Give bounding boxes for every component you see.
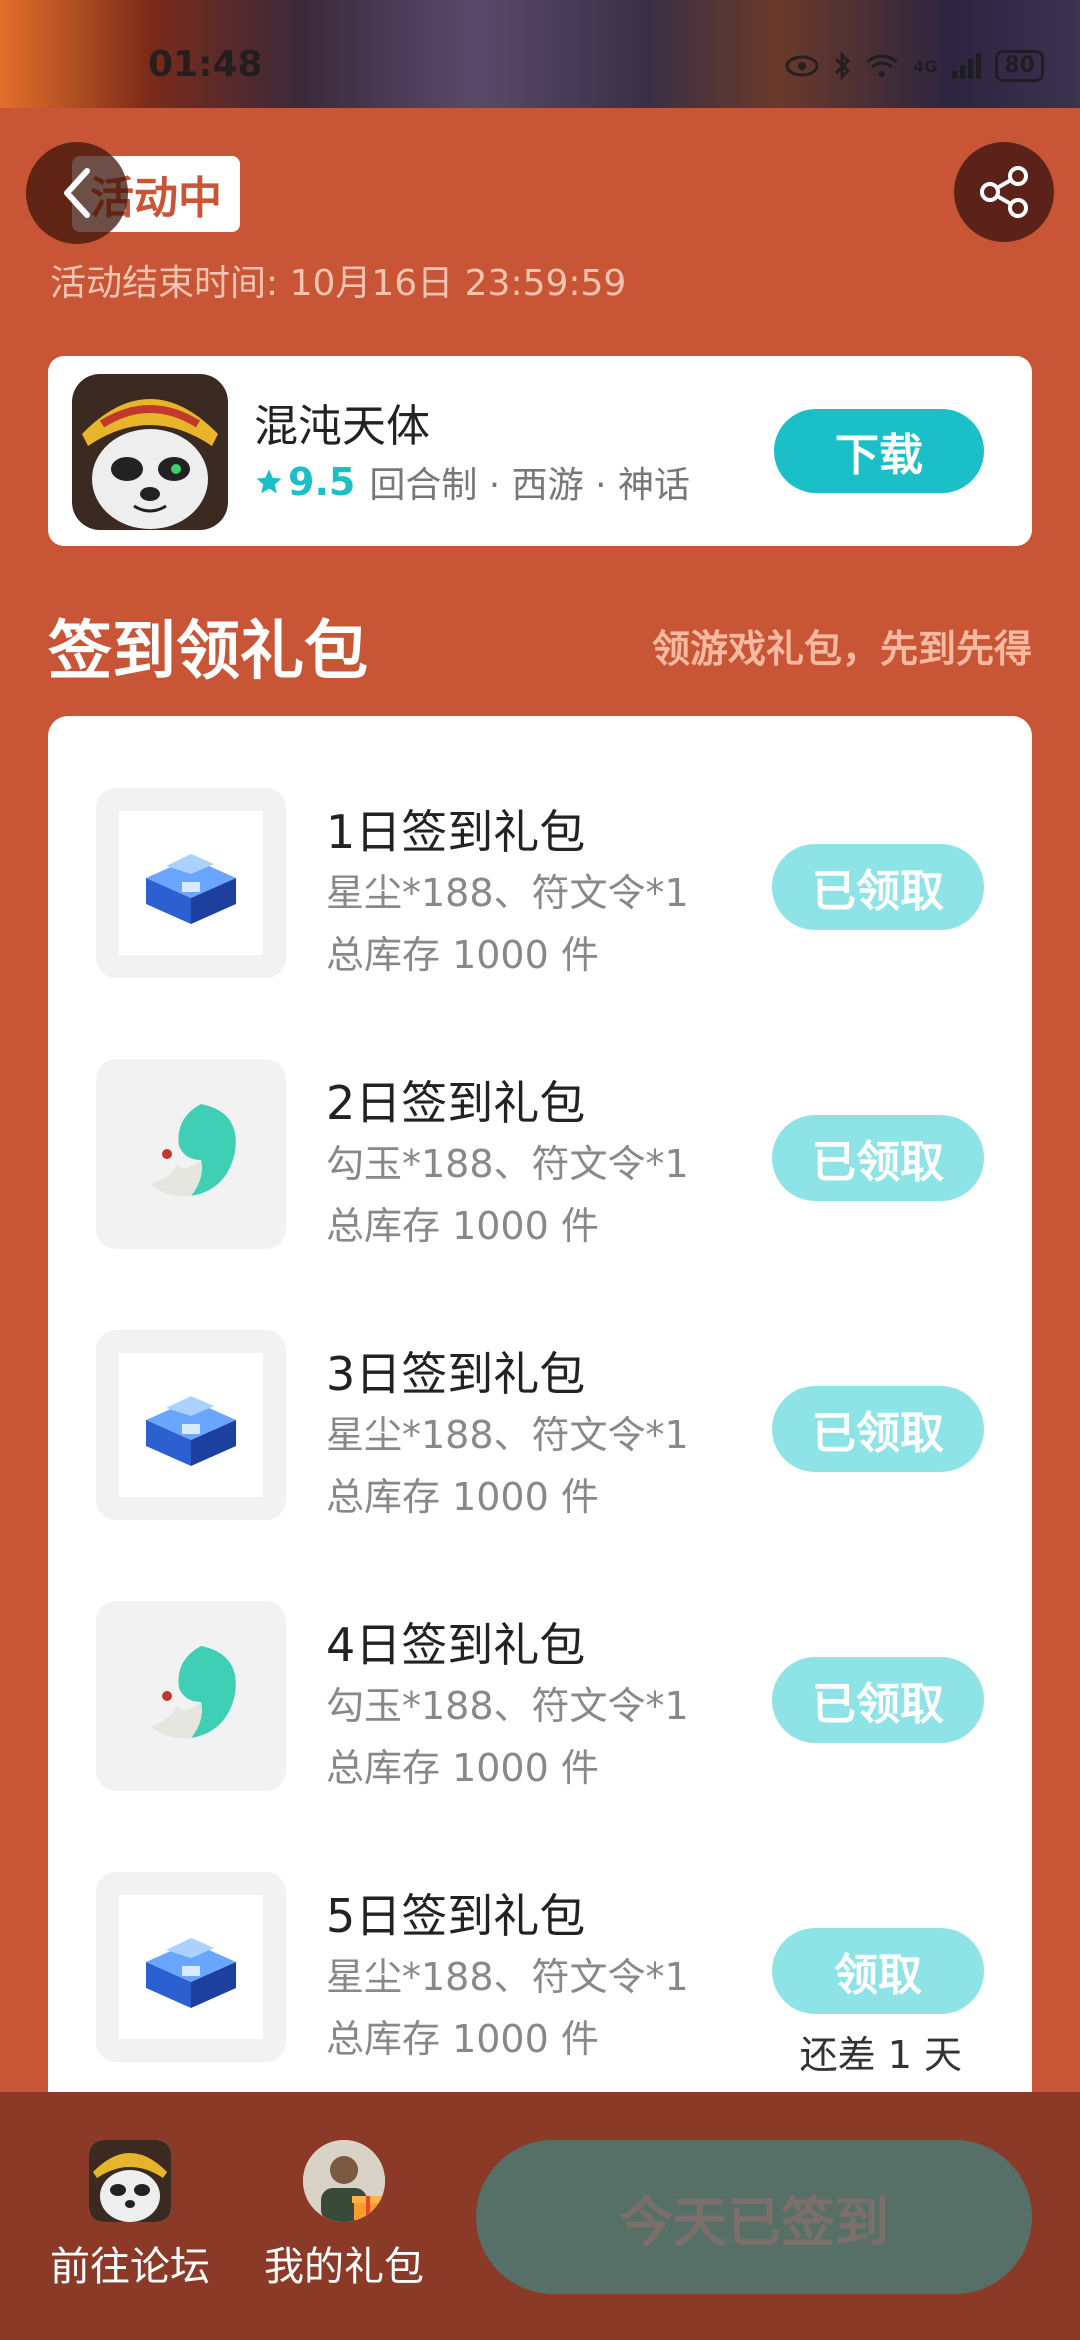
game-rating: 9.5: [254, 460, 355, 504]
activity-end-time: 活动结束时间: 10月16日 23:59:59: [50, 263, 627, 304]
game-tags: 回合制 · 西游 · 神话: [369, 465, 690, 506]
gift-box-icon: [352, 2196, 384, 2220]
bluetooth-icon: [835, 52, 851, 80]
status-time: 01:48: [148, 44, 263, 85]
forum-link[interactable]: 前往论坛: [40, 2140, 220, 2292]
jade-magatama-icon: [96, 1601, 286, 1791]
share-button[interactable]: [954, 142, 1054, 242]
blue-chest-icon: [96, 1872, 286, 2062]
game-panda-icon: [72, 374, 228, 530]
gift-list: 1日签到礼包 星尘*188、符文令*1 总库存 1000 件 已领取 2日签到礼…: [48, 716, 1032, 2096]
gift-title: 5日签到礼包: [326, 1889, 586, 1943]
gift-description: 星尘*188、符文令*1: [326, 871, 689, 915]
gift-description: 星尘*188、符文令*1: [326, 1955, 689, 1999]
gift-title: 4日签到礼包: [326, 1618, 586, 1672]
gift-description: 星尘*188、符文令*1: [326, 1413, 689, 1457]
gift-stock: 总库存 1000 件: [326, 1204, 599, 1248]
game-name: 混沌天体: [254, 401, 430, 452]
download-button[interactable]: 下载: [774, 409, 984, 493]
game-rating-value: 9.5: [288, 460, 356, 504]
avatar: [303, 2140, 385, 2222]
days-remaining: 还差 1 天: [799, 2033, 962, 2077]
section-title: 签到领礼包: [48, 615, 368, 689]
chevron-left-icon: [64, 168, 90, 218]
claimed-button[interactable]: 已领取: [772, 1386, 984, 1472]
gift-stock: 总库存 1000 件: [326, 1746, 599, 1790]
game-meta: 9.5 回合制 · 西游 · 神话: [254, 456, 690, 508]
gift-description: 勾玉*188、符文令*1: [326, 1684, 689, 1728]
back-button[interactable]: [26, 142, 128, 244]
gift-title: 3日签到礼包: [326, 1347, 586, 1401]
share-icon: [980, 166, 1028, 218]
status-icons: 4G 80: [785, 50, 1044, 82]
my-gifts-label: 我的礼包: [264, 2244, 424, 2290]
my-gifts-link[interactable]: 我的礼包: [254, 2140, 434, 2292]
claim-button[interactable]: 领取: [772, 1928, 984, 2014]
forum-label: 前往论坛: [50, 2244, 210, 2290]
gift-item: 5日签到礼包 星尘*188、符文令*1 总库存 1000 件 领取 还差 1 天: [48, 1836, 1032, 2077]
section-subtitle: 领游戏礼包，先到先得: [651, 627, 1032, 671]
claimed-button[interactable]: 已领取: [772, 844, 984, 930]
gift-description: 勾玉*188、符文令*1: [326, 1142, 689, 1186]
gift-item: 3日签到礼包 星尘*188、符文令*1 总库存 1000 件 已领取: [48, 1294, 1032, 1520]
wifi-icon: [866, 54, 899, 77]
signed-today-button[interactable]: 今天已签到: [476, 2140, 1032, 2294]
hero-banner: 01:48 4G 80: [0, 0, 1080, 108]
star-icon: [256, 469, 282, 494]
jade-magatama-icon: [96, 1059, 286, 1249]
claimed-button[interactable]: 已领取: [772, 1115, 984, 1201]
gift-item: 1日签到礼包 星尘*188、符文令*1 总库存 1000 件 已领取: [48, 752, 1032, 978]
bottom-bar: 前往论坛 我的礼包 今天已签到: [0, 2092, 1080, 2340]
claimed-button[interactable]: 已领取: [772, 1657, 984, 1743]
gift-title: 2日签到礼包: [326, 1076, 586, 1130]
signal-icon: [952, 53, 982, 79]
battery-indicator: 80: [995, 50, 1044, 82]
gift-item: 2日签到礼包 勾玉*188、符文令*1 总库存 1000 件 已领取: [48, 1023, 1032, 1249]
blue-chest-icon: [96, 1330, 286, 1520]
forum-icon: [89, 2140, 171, 2222]
gift-title: 1日签到礼包: [326, 805, 586, 859]
game-card[interactable]: 混沌天体 9.5 回合制 · 西游 · 神话 下载: [48, 356, 1032, 546]
gift-stock: 总库存 1000 件: [326, 933, 599, 977]
gift-item: 4日签到礼包 勾玉*188、符文令*1 总库存 1000 件 已领取: [48, 1565, 1032, 1791]
gift-stock: 总库存 1000 件: [326, 2017, 599, 2061]
blue-chest-icon: [96, 788, 286, 978]
network-label: 4G: [913, 56, 938, 76]
eye-icon: [785, 55, 819, 77]
gift-stock: 总库存 1000 件: [326, 1475, 599, 1519]
